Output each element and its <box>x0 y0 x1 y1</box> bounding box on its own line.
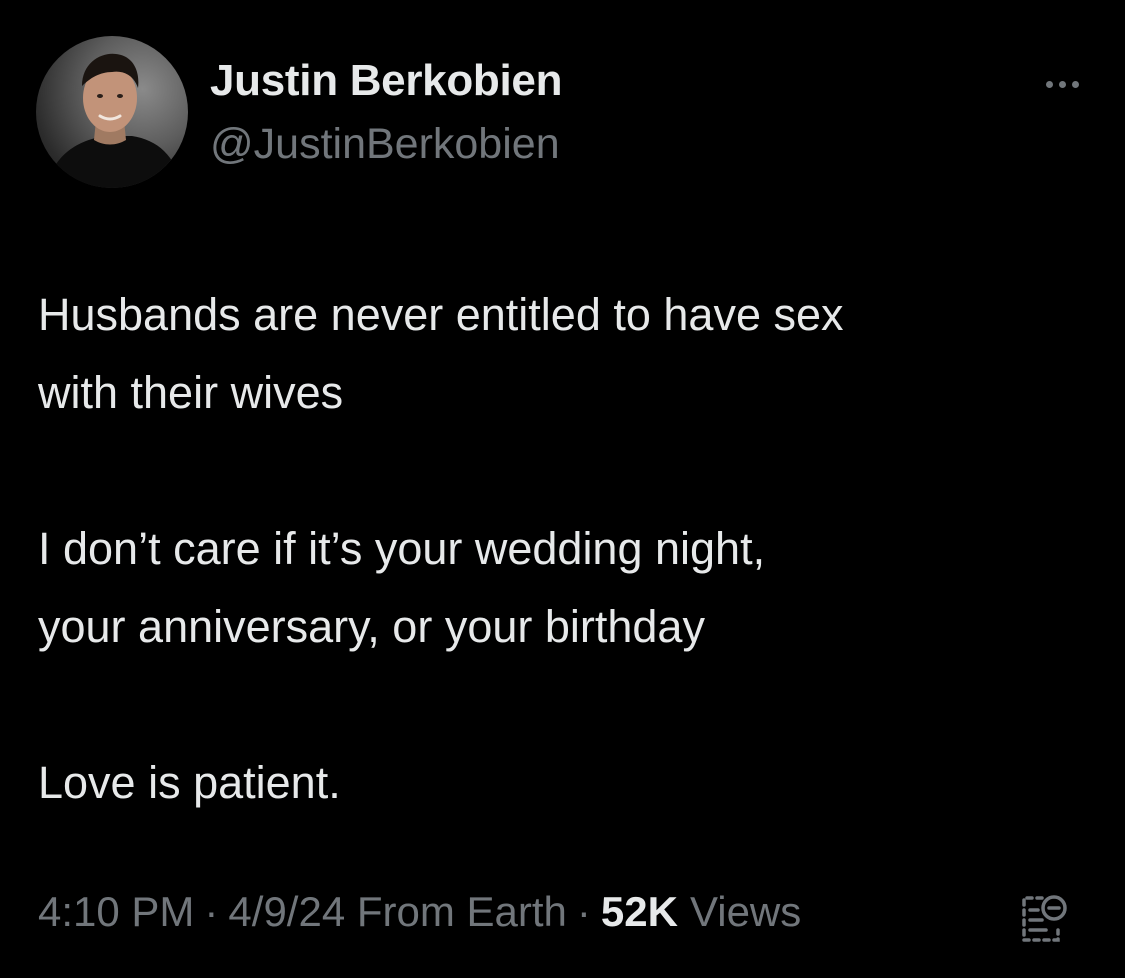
tweet-line: Husbands are never entitled to have sex <box>38 289 844 340</box>
tweet-line: I don’t care if it’s your wedding night, <box>38 523 766 574</box>
avatar[interactable] <box>36 36 188 188</box>
post-source: From Earth <box>356 888 567 935</box>
tweet-line: Love is patient. <box>38 757 341 808</box>
more-horizontal-icon <box>1043 80 1082 88</box>
more-options-button[interactable] <box>1032 66 1092 102</box>
views-label: Views <box>689 888 802 935</box>
post-time[interactable]: 4:10 PM <box>38 888 194 936</box>
tweet-card: Justin Berkobien @JustinBerkobien Husban… <box>0 0 1125 978</box>
separator: · <box>204 888 219 935</box>
post-date[interactable]: 4/9/24 <box>228 888 345 936</box>
post-analytics-button[interactable] <box>1012 890 1072 950</box>
views-count: 52K <box>600 888 678 935</box>
post-analytics-icon <box>1022 895 1067 942</box>
tweet-line: your anniversary, or your birthday <box>38 601 705 652</box>
profile-photo-icon <box>46 53 182 188</box>
separator: · <box>576 888 591 935</box>
tweet-text: Husbands are never entitled to have sex … <box>38 276 1098 822</box>
tweet-line: with their wives <box>38 367 344 418</box>
user-handle[interactable]: @JustinBerkobien <box>210 120 560 169</box>
tweet-metadata: 4:10 PM · 4/9/24 From Earth · 52K Views <box>38 888 801 936</box>
display-name[interactable]: Justin Berkobien <box>210 56 562 106</box>
